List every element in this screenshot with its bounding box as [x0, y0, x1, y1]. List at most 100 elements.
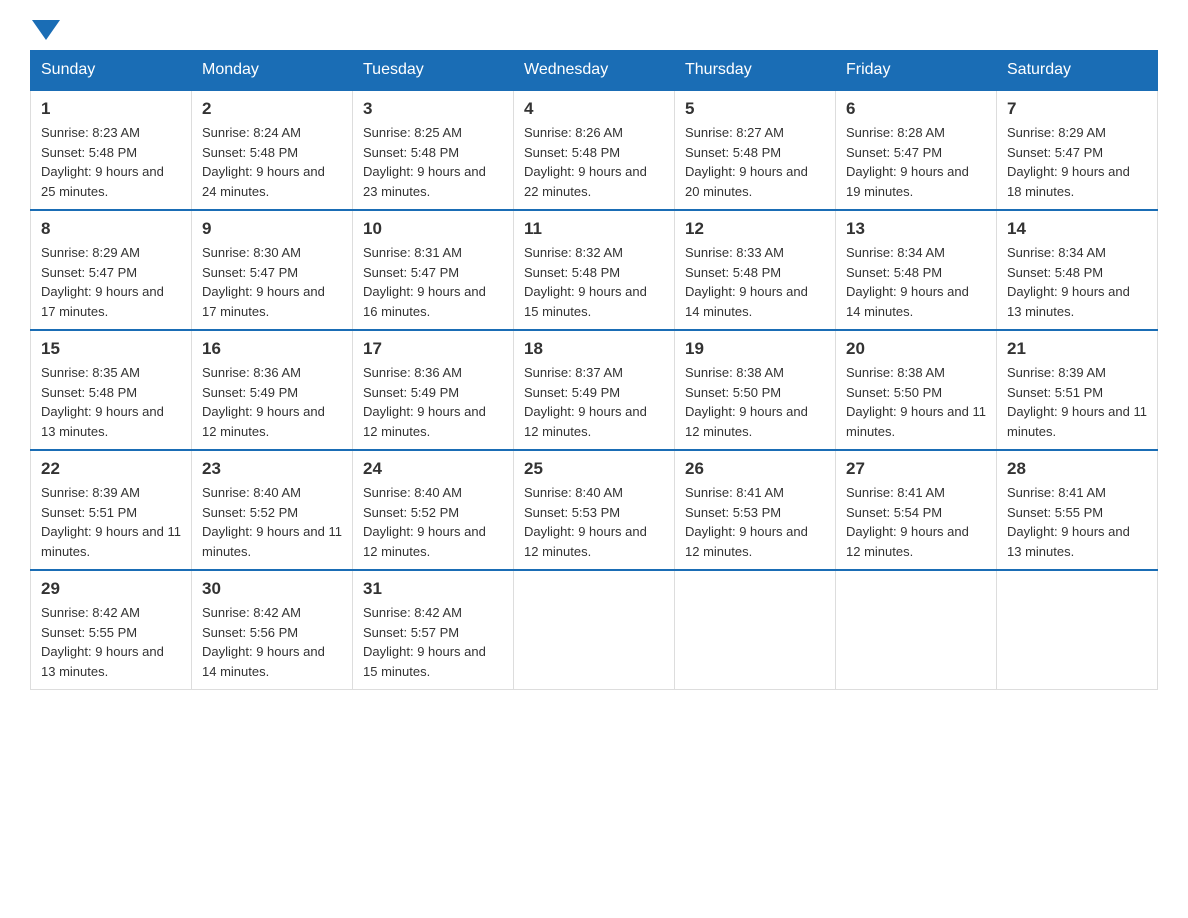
day-info: Sunrise: 8:40 AMSunset: 5:52 PMDaylight:…: [202, 485, 342, 559]
calendar-week-row: 1 Sunrise: 8:23 AMSunset: 5:48 PMDayligh…: [31, 90, 1158, 210]
day-info: Sunrise: 8:41 AMSunset: 5:53 PMDaylight:…: [685, 485, 808, 559]
day-number: 23: [202, 459, 342, 479]
calendar-day-cell: [997, 570, 1158, 690]
calendar-day-cell: 29 Sunrise: 8:42 AMSunset: 5:55 PMDaylig…: [31, 570, 192, 690]
day-number: 6: [846, 99, 986, 119]
day-info: Sunrise: 8:36 AMSunset: 5:49 PMDaylight:…: [363, 365, 486, 439]
calendar-header-wednesday: Wednesday: [514, 51, 675, 91]
day-number: 7: [1007, 99, 1147, 119]
calendar-day-cell: 10 Sunrise: 8:31 AMSunset: 5:47 PMDaylig…: [353, 210, 514, 330]
calendar-day-cell: 30 Sunrise: 8:42 AMSunset: 5:56 PMDaylig…: [192, 570, 353, 690]
day-number: 1: [41, 99, 181, 119]
logo-blue-text: [30, 20, 60, 40]
calendar-day-cell: 11 Sunrise: 8:32 AMSunset: 5:48 PMDaylig…: [514, 210, 675, 330]
calendar-day-cell: [514, 570, 675, 690]
day-number: 19: [685, 339, 825, 359]
calendar-day-cell: 21 Sunrise: 8:39 AMSunset: 5:51 PMDaylig…: [997, 330, 1158, 450]
calendar-header-row: SundayMondayTuesdayWednesdayThursdayFrid…: [31, 51, 1158, 91]
day-number: 4: [524, 99, 664, 119]
logo-triangle-icon: [32, 20, 60, 40]
day-number: 17: [363, 339, 503, 359]
day-number: 16: [202, 339, 342, 359]
calendar-day-cell: 18 Sunrise: 8:37 AMSunset: 5:49 PMDaylig…: [514, 330, 675, 450]
day-info: Sunrise: 8:34 AMSunset: 5:48 PMDaylight:…: [846, 245, 969, 319]
day-info: Sunrise: 8:42 AMSunset: 5:56 PMDaylight:…: [202, 605, 325, 679]
calendar-day-cell: 27 Sunrise: 8:41 AMSunset: 5:54 PMDaylig…: [836, 450, 997, 570]
day-info: Sunrise: 8:24 AMSunset: 5:48 PMDaylight:…: [202, 125, 325, 199]
day-number: 12: [685, 219, 825, 239]
day-number: 5: [685, 99, 825, 119]
calendar-day-cell: 17 Sunrise: 8:36 AMSunset: 5:49 PMDaylig…: [353, 330, 514, 450]
day-info: Sunrise: 8:29 AMSunset: 5:47 PMDaylight:…: [41, 245, 164, 319]
calendar-day-cell: 9 Sunrise: 8:30 AMSunset: 5:47 PMDayligh…: [192, 210, 353, 330]
day-info: Sunrise: 8:39 AMSunset: 5:51 PMDaylight:…: [1007, 365, 1147, 439]
day-info: Sunrise: 8:25 AMSunset: 5:48 PMDaylight:…: [363, 125, 486, 199]
day-info: Sunrise: 8:28 AMSunset: 5:47 PMDaylight:…: [846, 125, 969, 199]
calendar-day-cell: 16 Sunrise: 8:36 AMSunset: 5:49 PMDaylig…: [192, 330, 353, 450]
day-info: Sunrise: 8:29 AMSunset: 5:47 PMDaylight:…: [1007, 125, 1130, 199]
day-number: 20: [846, 339, 986, 359]
day-info: Sunrise: 8:32 AMSunset: 5:48 PMDaylight:…: [524, 245, 647, 319]
day-number: 30: [202, 579, 342, 599]
day-number: 2: [202, 99, 342, 119]
day-info: Sunrise: 8:38 AMSunset: 5:50 PMDaylight:…: [846, 365, 986, 439]
day-info: Sunrise: 8:36 AMSunset: 5:49 PMDaylight:…: [202, 365, 325, 439]
day-number: 25: [524, 459, 664, 479]
calendar-day-cell: 26 Sunrise: 8:41 AMSunset: 5:53 PMDaylig…: [675, 450, 836, 570]
day-number: 9: [202, 219, 342, 239]
calendar-day-cell: 19 Sunrise: 8:38 AMSunset: 5:50 PMDaylig…: [675, 330, 836, 450]
calendar-header-thursday: Thursday: [675, 51, 836, 91]
calendar-day-cell: 8 Sunrise: 8:29 AMSunset: 5:47 PMDayligh…: [31, 210, 192, 330]
day-number: 21: [1007, 339, 1147, 359]
day-number: 24: [363, 459, 503, 479]
calendar-day-cell: [836, 570, 997, 690]
day-number: 15: [41, 339, 181, 359]
calendar-day-cell: 31 Sunrise: 8:42 AMSunset: 5:57 PMDaylig…: [353, 570, 514, 690]
page-header: [30, 20, 1158, 40]
day-info: Sunrise: 8:26 AMSunset: 5:48 PMDaylight:…: [524, 125, 647, 199]
calendar-header-sunday: Sunday: [31, 51, 192, 91]
day-info: Sunrise: 8:40 AMSunset: 5:52 PMDaylight:…: [363, 485, 486, 559]
day-number: 31: [363, 579, 503, 599]
day-info: Sunrise: 8:41 AMSunset: 5:55 PMDaylight:…: [1007, 485, 1130, 559]
calendar-day-cell: 23 Sunrise: 8:40 AMSunset: 5:52 PMDaylig…: [192, 450, 353, 570]
day-number: 26: [685, 459, 825, 479]
calendar-day-cell: 20 Sunrise: 8:38 AMSunset: 5:50 PMDaylig…: [836, 330, 997, 450]
day-info: Sunrise: 8:23 AMSunset: 5:48 PMDaylight:…: [41, 125, 164, 199]
calendar-day-cell: 14 Sunrise: 8:34 AMSunset: 5:48 PMDaylig…: [997, 210, 1158, 330]
day-number: 11: [524, 219, 664, 239]
day-number: 28: [1007, 459, 1147, 479]
calendar-day-cell: 5 Sunrise: 8:27 AMSunset: 5:48 PMDayligh…: [675, 90, 836, 210]
calendar-day-cell: [675, 570, 836, 690]
calendar-day-cell: 4 Sunrise: 8:26 AMSunset: 5:48 PMDayligh…: [514, 90, 675, 210]
calendar-day-cell: 25 Sunrise: 8:40 AMSunset: 5:53 PMDaylig…: [514, 450, 675, 570]
day-info: Sunrise: 8:41 AMSunset: 5:54 PMDaylight:…: [846, 485, 969, 559]
day-info: Sunrise: 8:35 AMSunset: 5:48 PMDaylight:…: [41, 365, 164, 439]
calendar-header-monday: Monday: [192, 51, 353, 91]
day-number: 13: [846, 219, 986, 239]
day-info: Sunrise: 8:38 AMSunset: 5:50 PMDaylight:…: [685, 365, 808, 439]
calendar-day-cell: 1 Sunrise: 8:23 AMSunset: 5:48 PMDayligh…: [31, 90, 192, 210]
calendar-header-saturday: Saturday: [997, 51, 1158, 91]
day-info: Sunrise: 8:31 AMSunset: 5:47 PMDaylight:…: [363, 245, 486, 319]
day-number: 3: [363, 99, 503, 119]
calendar-week-row: 15 Sunrise: 8:35 AMSunset: 5:48 PMDaylig…: [31, 330, 1158, 450]
calendar-day-cell: 7 Sunrise: 8:29 AMSunset: 5:47 PMDayligh…: [997, 90, 1158, 210]
day-number: 10: [363, 219, 503, 239]
calendar-day-cell: 15 Sunrise: 8:35 AMSunset: 5:48 PMDaylig…: [31, 330, 192, 450]
day-info: Sunrise: 8:34 AMSunset: 5:48 PMDaylight:…: [1007, 245, 1130, 319]
calendar-header-tuesday: Tuesday: [353, 51, 514, 91]
calendar-table: SundayMondayTuesdayWednesdayThursdayFrid…: [30, 50, 1158, 690]
day-info: Sunrise: 8:30 AMSunset: 5:47 PMDaylight:…: [202, 245, 325, 319]
day-info: Sunrise: 8:42 AMSunset: 5:55 PMDaylight:…: [41, 605, 164, 679]
day-info: Sunrise: 8:37 AMSunset: 5:49 PMDaylight:…: [524, 365, 647, 439]
day-number: 27: [846, 459, 986, 479]
day-info: Sunrise: 8:39 AMSunset: 5:51 PMDaylight:…: [41, 485, 181, 559]
day-number: 29: [41, 579, 181, 599]
calendar-day-cell: 28 Sunrise: 8:41 AMSunset: 5:55 PMDaylig…: [997, 450, 1158, 570]
day-number: 18: [524, 339, 664, 359]
day-info: Sunrise: 8:27 AMSunset: 5:48 PMDaylight:…: [685, 125, 808, 199]
calendar-day-cell: 24 Sunrise: 8:40 AMSunset: 5:52 PMDaylig…: [353, 450, 514, 570]
calendar-day-cell: 2 Sunrise: 8:24 AMSunset: 5:48 PMDayligh…: [192, 90, 353, 210]
day-number: 14: [1007, 219, 1147, 239]
